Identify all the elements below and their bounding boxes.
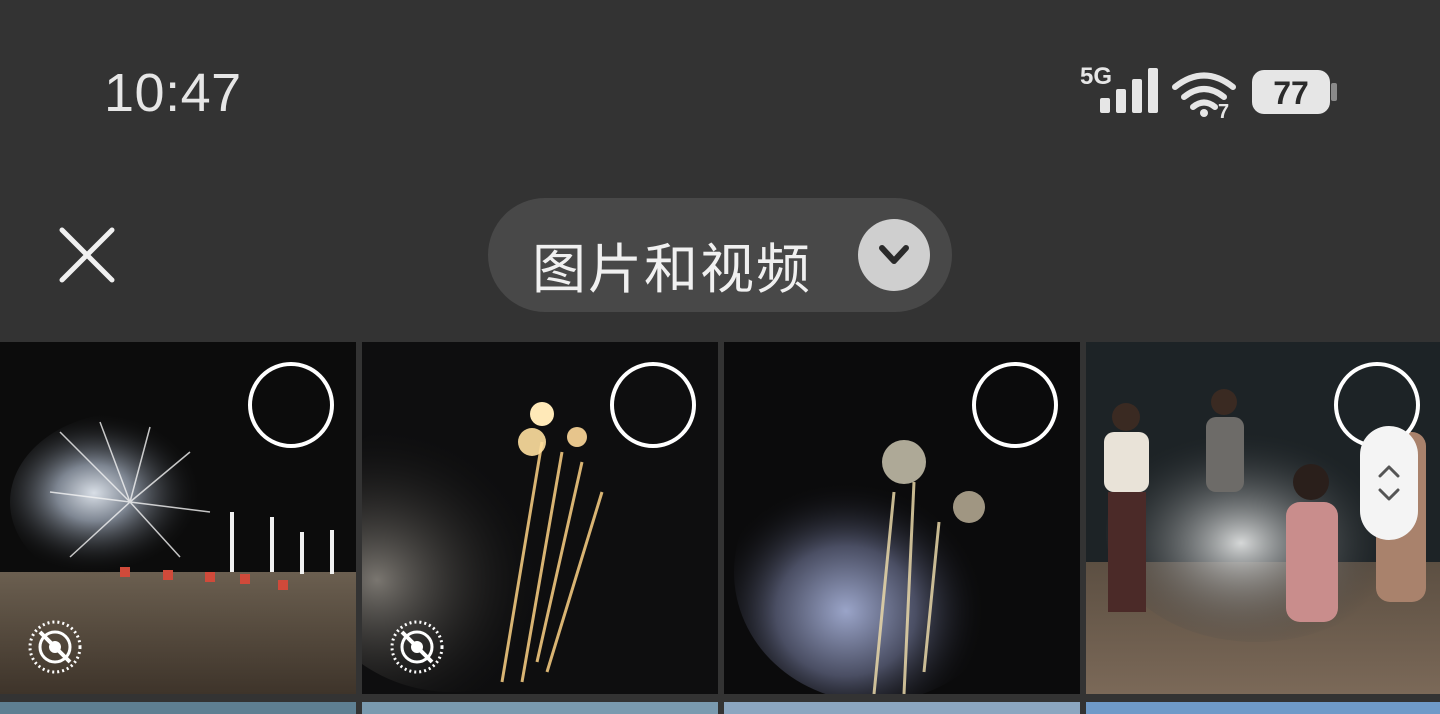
battery-icon: 77 (1252, 70, 1337, 114)
close-button[interactable] (54, 222, 120, 288)
grid-item-6[interactable] (362, 702, 718, 714)
grid-item-3[interactable] (724, 342, 1080, 694)
network-type-label: 5G (1080, 63, 1112, 90)
grid-item-8[interactable] (1086, 702, 1440, 714)
album-title: 图片和视频 (532, 238, 812, 301)
live-off-icon (390, 620, 444, 674)
chevron-down-icon (879, 245, 909, 264)
album-selector[interactable]: 图片和视频 (488, 198, 952, 312)
wifi-badge: 7 (1218, 101, 1229, 122)
live-off-icon (28, 620, 82, 674)
media-grid (0, 342, 1440, 714)
select-circle[interactable] (972, 362, 1058, 448)
scroll-up-down-icon (1378, 465, 1400, 501)
select-circle[interactable] (248, 362, 334, 448)
status-icons: 5G 7 77 (1080, 62, 1342, 122)
fast-scroll-handle[interactable] (1360, 426, 1418, 540)
grid-item-7[interactable] (724, 702, 1080, 714)
select-circle[interactable] (610, 362, 696, 448)
status-time: 10:47 (104, 63, 242, 123)
grid-item-5[interactable] (0, 702, 356, 714)
battery-level: 77 (1273, 75, 1309, 111)
close-icon (59, 227, 115, 283)
grid-item-2[interactable] (362, 342, 718, 694)
album-dropdown-toggle[interactable] (858, 219, 930, 291)
grid-item-1[interactable] (0, 342, 356, 694)
